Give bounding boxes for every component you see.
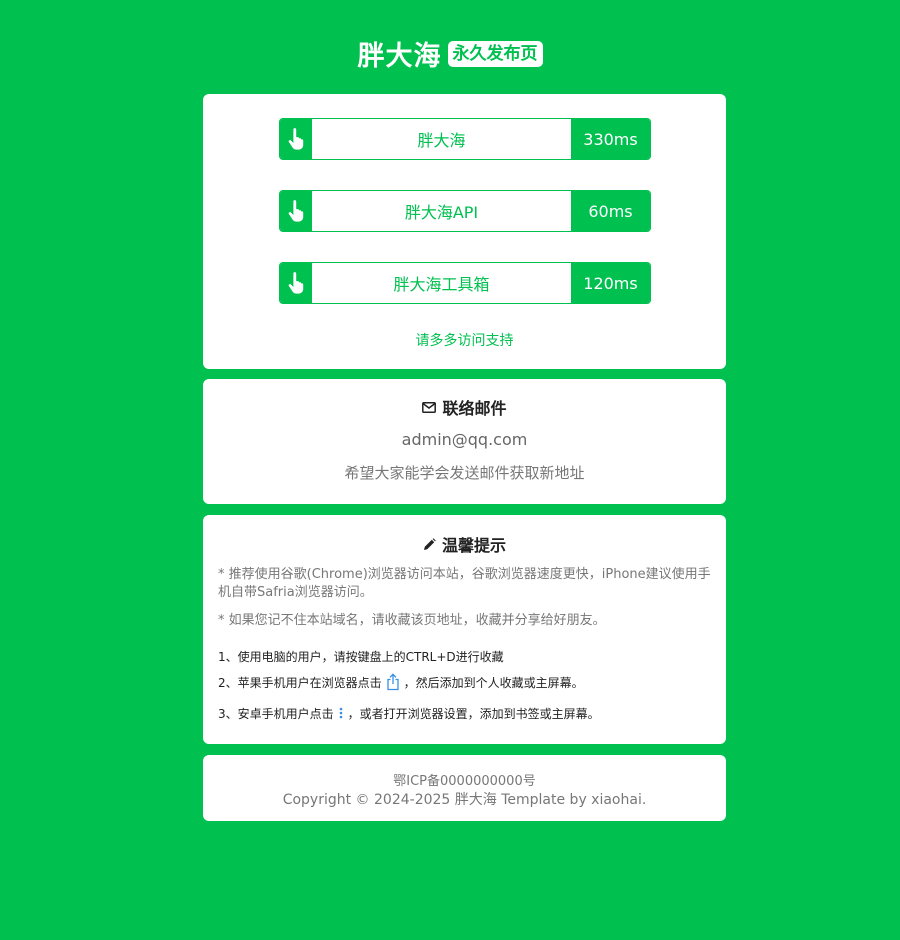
copyright: Copyright © 2024-2025 胖大海 Template by xi… <box>282 792 647 808</box>
icp-record[interactable]: 鄂ICP备0000000000号 <box>203 770 726 789</box>
links-card: 胖大海 330ms 胖大海API 60ms 胖大海工具箱 120ms 请多多访问… <box>203 94 726 369</box>
link-label: 胖大海工具箱 <box>393 275 490 294</box>
link-button-toolbox[interactable]: 胖大海工具箱 120ms <box>279 262 651 304</box>
latency-badge: 60ms <box>571 191 650 231</box>
tip-step-android: 3、安卓手机用户点击 ，或者打开浏览器设置，添加到书签或主屏幕。 <box>218 705 712 722</box>
tips-title: 温馨提示 <box>203 532 726 556</box>
link-label: 胖大海 <box>417 131 466 150</box>
more-vertical-icon <box>338 707 344 721</box>
contact-title-text: 联络邮件 <box>442 399 507 418</box>
tip-step-iphone: 2、苹果手机用户在浏览器点击 ，然后添加到个人收藏或主屏幕。 <box>218 673 712 691</box>
email-note: 希望大家能学会发送邮件获取新地址 <box>344 464 585 482</box>
tips-title-text: 温馨提示 <box>441 536 506 555</box>
tip-note: * 推荐使用谷歌(Chrome)浏览器访问本站，谷歌浏览器速度更快，iPhone… <box>218 567 711 600</box>
step-text: 3、安卓手机用户点击 <box>218 707 334 721</box>
step-text: 2、苹果手机用户在浏览器点击 <box>218 675 382 690</box>
step-text: ，或者打开浏览器设置，添加到书签或主屏幕。 <box>347 707 600 721</box>
pencil-icon <box>423 537 436 551</box>
latency-badge: 330ms <box>571 119 650 159</box>
page: 胖大海 永久发布页 胖大海 330ms 胖大海API 60ms 胖大海工具箱 1… <box>0 0 900 940</box>
link-button-api[interactable]: 胖大海API 60ms <box>279 190 651 232</box>
footer-card: 鄂ICP备0000000000号 Copyright © 2024-2025 胖… <box>203 755 726 821</box>
tip-note: * 如果您记不住本站域名，请收藏该页地址，收藏并分享给好朋友。 <box>218 613 606 628</box>
tip-step-desktop: 1、使用电脑的用户，请按键盘上的CTRL+D进行收藏 <box>218 648 712 665</box>
site-title: 胖大海 <box>357 41 442 72</box>
link-button-main[interactable]: 胖大海 330ms <box>279 118 651 160</box>
contact-title: 联络邮件 <box>203 395 726 419</box>
header: 胖大海 永久发布页 <box>0 34 900 73</box>
title-badge: 永久发布页 <box>447 40 543 67</box>
hand-pointer-icon <box>280 263 312 303</box>
step-text: 1、使用电脑的用户，请按键盘上的CTRL+D进行收藏 <box>218 650 504 664</box>
latency-badge: 120ms <box>571 263 650 303</box>
contact-card: 联络邮件 admin@qq.com 希望大家能学会发送邮件获取新地址 <box>203 379 726 504</box>
support-text: 请多多访问支持 <box>415 333 514 349</box>
envelope-icon <box>422 401 437 413</box>
hand-pointer-icon <box>280 119 312 159</box>
email-address[interactable]: admin@qq.com <box>203 430 726 449</box>
hand-pointer-icon <box>280 191 312 231</box>
share-icon <box>386 673 400 691</box>
step-text: ，然后添加到个人收藏或主屏幕。 <box>403 675 584 690</box>
tips-card: 温馨提示 * 推荐使用谷歌(Chrome)浏览器访问本站，谷歌浏览器速度更快，i… <box>203 515 726 744</box>
link-label: 胖大海API <box>404 203 479 222</box>
